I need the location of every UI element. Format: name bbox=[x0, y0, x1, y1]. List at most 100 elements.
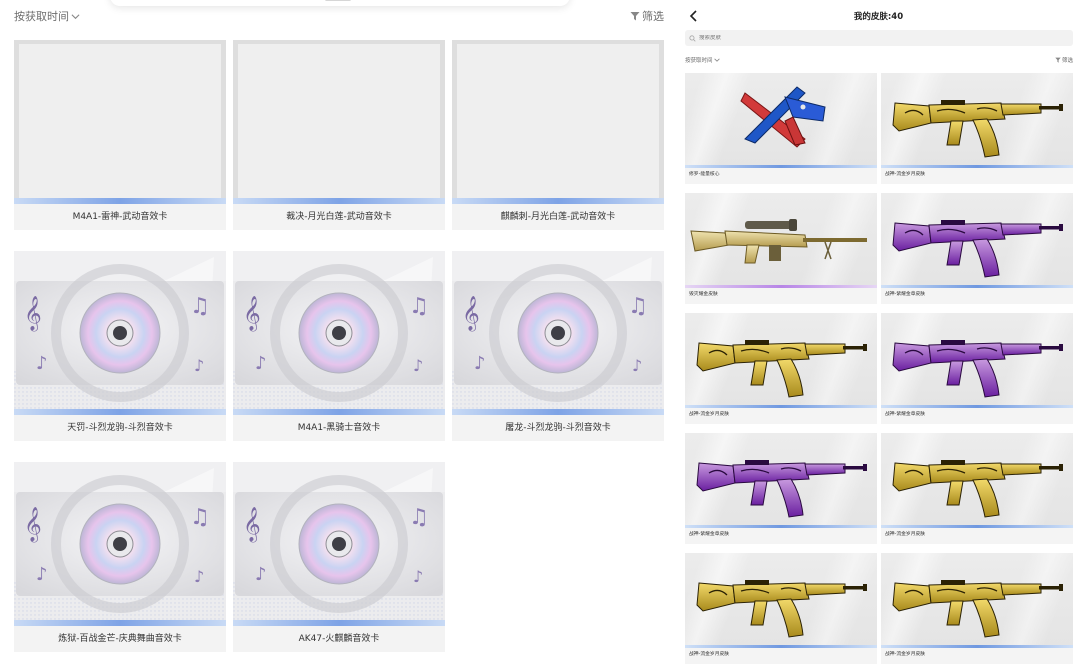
card-name: M4A1-雷神-武动音效卡 bbox=[72, 212, 168, 222]
skin-name: 战神-流金岁月皮肤 bbox=[689, 652, 730, 657]
card-art: 𝄞 ♫ ♪ ♪ bbox=[14, 251, 226, 415]
page-title: 我的皮肤:40 bbox=[853, 12, 904, 22]
search-icon bbox=[689, 34, 696, 42]
rifle-icon bbox=[696, 580, 867, 638]
skin-accent-bar bbox=[685, 525, 877, 528]
skin-image bbox=[685, 73, 877, 168]
skin-name: 战神-流金岁月皮肤 bbox=[885, 652, 926, 657]
card-art-placeholder bbox=[14, 40, 226, 204]
chevron-down-icon bbox=[71, 13, 80, 19]
top-sheet-handle[interactable] bbox=[110, 0, 570, 6]
rifle-icon bbox=[892, 340, 1063, 398]
skin-name: 战神-流金岁月皮肤 bbox=[885, 172, 926, 177]
skin-card[interactable]: 战神-紫耀金章皮肤 bbox=[881, 193, 1073, 304]
sound-card[interactable]: 麒麟刺-月光白莲-武动音效卡 bbox=[452, 40, 664, 230]
cd-disc-icon: 𝄞 ♫ ♪ ♪ bbox=[14, 462, 226, 626]
svg-text:𝄞: 𝄞 bbox=[243, 296, 261, 332]
svg-text:♪: ♪ bbox=[255, 564, 267, 585]
skin-card[interactable]: 战神-流金岁月皮肤 bbox=[881, 553, 1073, 664]
skin-name: 战神-紫耀金章皮肤 bbox=[885, 412, 926, 417]
sound-card[interactable]: 𝄞 ♫ ♪ ♪ 炼狱-百战金芒-庆典舞曲音效卡 bbox=[14, 462, 226, 652]
sound-card[interactable]: 𝄞 ♫ ♪ ♪ 屠龙-斗烈龙驹-斗烈音效卡 bbox=[452, 251, 664, 441]
skin-card[interactable]: 战神-流金岁月皮肤 bbox=[685, 313, 877, 424]
svg-text:♪: ♪ bbox=[413, 356, 423, 375]
skin-accent-bar bbox=[881, 285, 1073, 288]
skin-filter-button[interactable]: 筛选 bbox=[1055, 56, 1073, 64]
svg-text:𝄞: 𝄞 bbox=[24, 296, 42, 332]
filter-icon bbox=[630, 12, 640, 21]
skin-card[interactable]: 战神-紫耀金章皮肤 bbox=[881, 313, 1073, 424]
chevron-down-icon bbox=[713, 58, 720, 62]
rifle-icon bbox=[892, 100, 1063, 158]
skin-name: 战神-流金岁月皮肤 bbox=[689, 412, 730, 417]
card-name: AK47-火麒麟音效卡 bbox=[298, 634, 380, 644]
card-art-placeholder bbox=[452, 40, 664, 204]
sound-card[interactable]: 裁决-月光白莲-武动音效卡 bbox=[233, 40, 445, 230]
sound-card-panel: 按获取时间 筛选 M4A1-雷神-武动音效卡 裁决-月光白莲-武动音效卡 麒麟刺-月… bbox=[0, 0, 677, 667]
skin-image bbox=[685, 193, 877, 288]
skin-name: 战神-流金岁月皮肤 bbox=[885, 532, 926, 537]
skin-accent-bar bbox=[685, 165, 877, 168]
card-name: 炼狱-百战金芒-庆典舞曲音效卡 bbox=[58, 634, 182, 644]
skin-card[interactable]: 修罗-能量核心 bbox=[685, 73, 877, 184]
skin-card[interactable]: 战神-流金岁月皮肤 bbox=[881, 73, 1073, 184]
svg-text:♪: ♪ bbox=[255, 353, 267, 374]
cd-disc-icon: 𝄞 ♫ ♪ ♪ bbox=[452, 251, 664, 415]
svg-text:𝄞: 𝄞 bbox=[24, 507, 42, 543]
skin-card[interactable]: 毁灭耀金皮肤 bbox=[685, 193, 877, 304]
sound-card[interactable]: M4A1-雷神-武动音效卡 bbox=[14, 40, 226, 230]
skin-name: 战神-紫耀金章皮肤 bbox=[689, 532, 730, 537]
svg-text:♪: ♪ bbox=[632, 356, 642, 375]
cd-disc-icon: 𝄞 ♫ ♪ ♪ bbox=[233, 251, 445, 415]
filter-button[interactable]: 筛选 bbox=[630, 8, 664, 24]
card-name: 裁决-月光白莲-武动音效卡 bbox=[286, 212, 392, 222]
skin-name: 战神-紫耀金章皮肤 bbox=[885, 292, 926, 297]
card-art: 𝄞 ♫ ♪ ♪ bbox=[452, 251, 664, 415]
card-name: 屠龙-斗烈龙驹-斗烈音效卡 bbox=[505, 423, 611, 433]
search-bar[interactable] bbox=[685, 30, 1073, 46]
card-name: 天罚-斗烈龙驹-斗烈音效卡 bbox=[67, 423, 173, 433]
sound-card[interactable]: 𝄞 ♫ ♪ ♪ M4A1-黑骑士音效卡 bbox=[233, 251, 445, 441]
skin-name: 毁灭耀金皮肤 bbox=[689, 292, 718, 297]
skin-image bbox=[685, 313, 877, 408]
skin-accent-bar bbox=[685, 645, 877, 648]
sniper-rifle-icon bbox=[690, 219, 867, 264]
svg-text:♫: ♫ bbox=[409, 505, 429, 530]
skin-sort-dropdown[interactable]: 按获取时间 bbox=[685, 56, 720, 64]
svg-text:♪: ♪ bbox=[194, 567, 204, 586]
svg-text:♪: ♪ bbox=[194, 356, 204, 375]
card-art: 𝄞 ♫ ♪ ♪ bbox=[14, 462, 226, 626]
sound-card[interactable]: 𝄞 ♫ ♪ ♪ AK47-火麒麟音效卡 bbox=[233, 462, 445, 652]
skin-accent-bar bbox=[881, 165, 1073, 168]
search-input[interactable] bbox=[699, 35, 999, 41]
svg-text:♪: ♪ bbox=[413, 567, 423, 586]
drag-handle[interactable] bbox=[325, 0, 351, 1]
filter-icon bbox=[1055, 57, 1061, 63]
sort-dropdown[interactable]: 按获取时间 bbox=[14, 8, 80, 24]
skin-image bbox=[881, 433, 1073, 528]
skin-card[interactable]: 战神-流金岁月皮肤 bbox=[685, 553, 877, 664]
svg-text:♫: ♫ bbox=[190, 294, 210, 319]
filter-label: 筛选 bbox=[642, 10, 664, 23]
svg-text:♪: ♪ bbox=[474, 353, 486, 374]
sort-label: 按获取时间 bbox=[14, 10, 69, 23]
skin-card[interactable]: 战神-紫耀金章皮肤 bbox=[685, 433, 877, 544]
skin-accent-bar bbox=[881, 525, 1073, 528]
svg-text:𝄞: 𝄞 bbox=[243, 507, 261, 543]
sound-card[interactable]: 𝄞 ♫ ♪ ♪ 天罚-斗烈龙驹-斗烈音效卡 bbox=[14, 251, 226, 441]
svg-text:♫: ♫ bbox=[628, 294, 648, 319]
skin-accent-bar bbox=[685, 405, 877, 408]
skin-card[interactable]: 战神-流金岁月皮肤 bbox=[881, 433, 1073, 544]
my-skins-panel: 我的皮肤:40 按获取时间 筛选 修罗-能量核心 bbox=[677, 0, 1080, 667]
skin-image bbox=[685, 553, 877, 648]
skin-image bbox=[881, 313, 1073, 408]
svg-text:♫: ♫ bbox=[190, 505, 210, 530]
rifle-icon bbox=[696, 340, 867, 398]
rifle-icon bbox=[892, 460, 1063, 518]
rifle-icon bbox=[696, 460, 867, 518]
skin-image bbox=[881, 193, 1073, 288]
screen: 按获取时间 筛选 M4A1-雷神-武动音效卡 裁决-月光白莲-武动音效卡 麒麟刺-月… bbox=[0, 0, 1080, 667]
cd-disc-icon: 𝄞 ♫ ♪ ♪ bbox=[14, 251, 226, 415]
card-name: M4A1-黑骑士音效卡 bbox=[297, 423, 381, 433]
svg-text:♪: ♪ bbox=[36, 564, 48, 585]
